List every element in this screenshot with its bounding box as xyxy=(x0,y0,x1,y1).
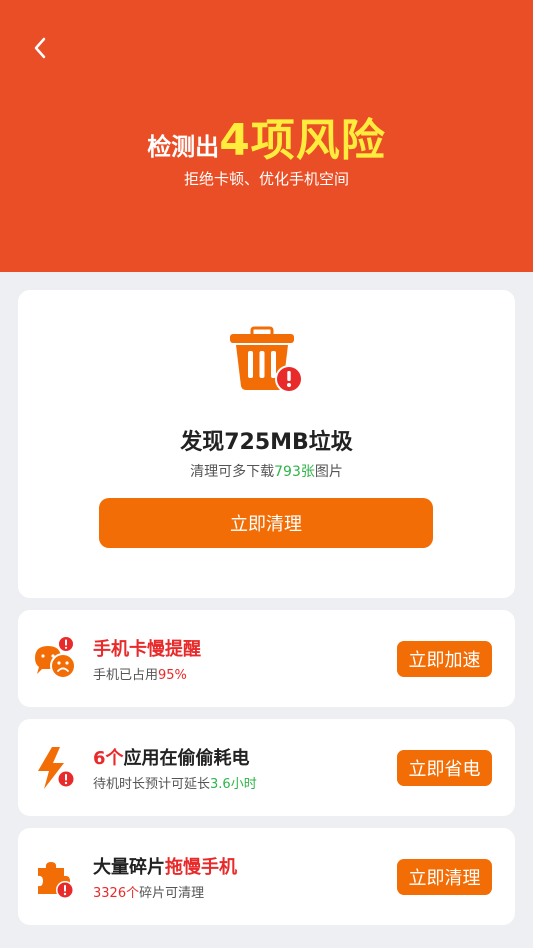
junk-sub-suffix: 图片 xyxy=(314,464,343,480)
junk-title: 发现725MB垃圾 xyxy=(180,430,353,455)
item-subtitle: 待机时长预计可延长3.6小时 xyxy=(93,773,257,792)
trash-warning-icon xyxy=(230,326,303,393)
list-item-battery-drain: 6个应用在偷偷耗电 待机时长预计可延长3.6小时 立即省电 xyxy=(18,719,515,816)
junk-sub-count: 793张 xyxy=(274,464,315,480)
chat-warning-icon xyxy=(35,637,76,679)
page-subtitle: 拒绝卡顿、优化手机空间 xyxy=(183,170,349,188)
list-item-lag-alert: 手机卡慢提醒 手机已占用95% 立即加速 xyxy=(18,610,515,707)
title-highlight: 4项风险 xyxy=(219,115,386,166)
lightning-warning-icon xyxy=(38,747,75,789)
clean-now-button[interactable]: 立即清理 xyxy=(99,498,433,548)
item-sub-value: 95% xyxy=(158,668,187,683)
item-title-red: 拖慢手机 xyxy=(165,857,237,878)
item-title-black: 大量碎片 xyxy=(93,857,165,878)
list-item-fragments: 大量碎片拖慢手机 3326个碎片可清理 立即清理 xyxy=(18,828,515,925)
item-title-red: 手机卡慢提醒 xyxy=(93,639,201,660)
item-sub-prefix: 待机时长预计可延长 xyxy=(93,777,211,792)
item-subtitle: 手机已占用95% xyxy=(93,664,187,683)
puzzle-warning-icon xyxy=(38,862,74,899)
junk-subtitle: 清理可多下载793张图片 xyxy=(18,461,515,481)
save-power-button[interactable]: 立即省电 xyxy=(397,750,492,786)
item-title: 手机卡慢提醒 xyxy=(93,635,201,661)
item-subtitle: 3326个碎片可清理 xyxy=(93,882,204,901)
junk-sub-prefix: 清理可多下载 xyxy=(190,464,275,480)
item-title-red: 6个 xyxy=(93,748,124,769)
page-title: 检测出 4项风险 xyxy=(0,104,533,168)
item-sub-value: 3326个 xyxy=(93,886,140,901)
clean-fragments-button[interactable]: 立即清理 xyxy=(397,859,492,895)
header: 检测出 4项风险 拒绝卡顿、优化手机空间 xyxy=(0,0,533,272)
item-title-black: 应用在偷偷耗电 xyxy=(123,748,250,769)
chevron-left-icon xyxy=(34,37,46,59)
back-button[interactable] xyxy=(28,34,52,62)
item-sub-prefix: 手机已占用 xyxy=(93,668,159,683)
item-title: 6个应用在偷偷耗电 xyxy=(93,744,250,770)
title-prefix: 检测出 xyxy=(147,133,220,161)
speed-up-button[interactable]: 立即加速 xyxy=(397,641,492,677)
item-sub-value: 3.6小时 xyxy=(210,777,257,792)
item-sub-suffix: 碎片可清理 xyxy=(139,886,205,901)
item-title: 大量碎片拖慢手机 xyxy=(93,853,237,879)
junk-card: 发现725MB垃圾 清理可多下载793张图片 立即清理 xyxy=(18,290,515,598)
